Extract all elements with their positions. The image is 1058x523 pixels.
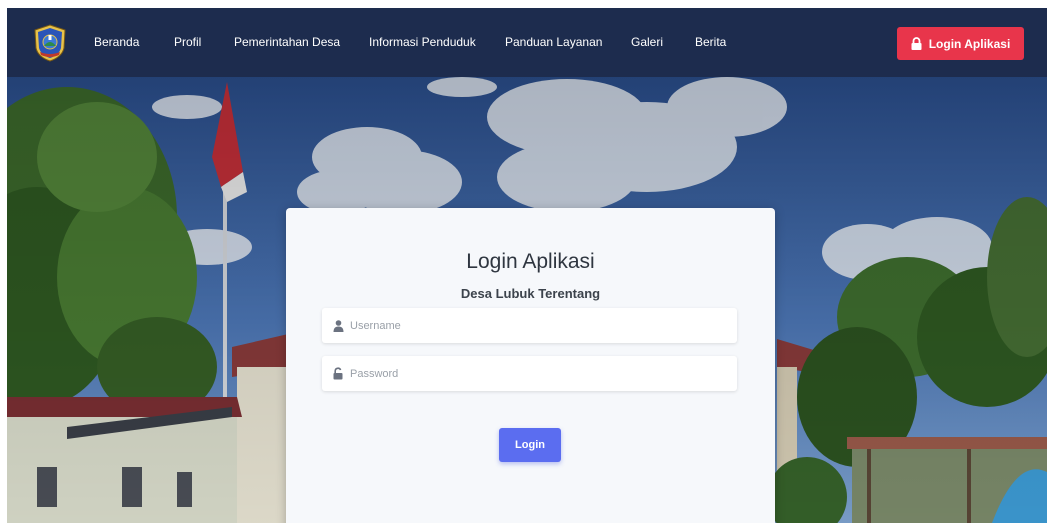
village-name: Desa Lubuk Terentang bbox=[460, 286, 601, 301]
nav-item-galeri[interactable]: Galeri bbox=[631, 35, 663, 49]
user-icon bbox=[333, 319, 344, 337]
nav-item-profil[interactable]: Profil bbox=[174, 35, 201, 49]
login-title: Login Aplikasi bbox=[466, 250, 595, 273]
login-card: Login Aplikasi Desa Lubuk Terentang Logi… bbox=[286, 208, 775, 523]
page-frame: Beranda Profil Pemerintahan Desa Informa… bbox=[7, 8, 1047, 523]
top-navbar: Beranda Profil Pemerintahan Desa Informa… bbox=[7, 8, 1047, 77]
lock-icon bbox=[911, 37, 922, 50]
login-aplikasi-button[interactable]: Login Aplikasi bbox=[897, 27, 1024, 60]
login-submit-button[interactable]: Login bbox=[499, 428, 561, 462]
password-input[interactable] bbox=[350, 356, 730, 391]
nav-item-beranda[interactable]: Beranda bbox=[94, 35, 139, 49]
password-field[interactable] bbox=[322, 356, 737, 391]
nav-item-panduan-layanan[interactable]: Panduan Layanan bbox=[505, 35, 602, 49]
nav-item-informasi-penduduk[interactable]: Informasi Penduduk bbox=[369, 35, 476, 49]
lock-icon bbox=[333, 367, 343, 385]
village-emblem-icon[interactable] bbox=[33, 24, 67, 62]
username-input[interactable] bbox=[350, 308, 730, 343]
login-aplikasi-label: Login Aplikasi bbox=[928, 36, 1011, 51]
nav-item-berita[interactable]: Berita bbox=[695, 35, 726, 49]
nav-item-pemerintahan-desa[interactable]: Pemerintahan Desa bbox=[234, 35, 340, 49]
username-field[interactable] bbox=[322, 308, 737, 343]
